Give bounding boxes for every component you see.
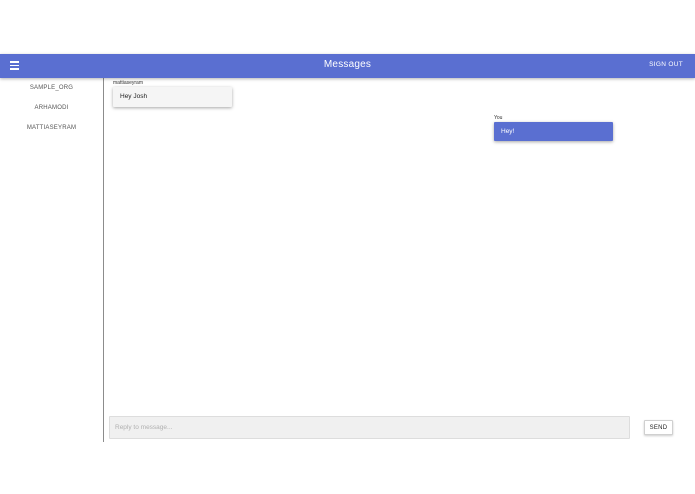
send-button[interactable]: SEND (644, 420, 673, 435)
sidebar-item-sample-org[interactable]: SAMPLE_ORG (0, 78, 103, 98)
conversation-sidebar: SAMPLE_ORG ARHAMODI MATTIASEYRAM (0, 78, 104, 442)
message-outgoing: You Hey! (494, 115, 613, 141)
reply-input[interactable] (109, 416, 630, 439)
sign-out-button[interactable]: SIGN OUT (649, 61, 683, 68)
app-bar: Messages SIGN OUT (0, 54, 695, 78)
message-thread: mattiaseyram Hey Josh You Hey! (105, 78, 695, 442)
page-title: Messages (323, 59, 372, 70)
sidebar-item-arhamodi[interactable]: ARHAMODI (0, 98, 103, 118)
message-author: mattiaseyram (113, 80, 144, 86)
message-bubble: Hey Josh (113, 87, 232, 107)
messages-app: Messages SIGN OUT SAMPLE_ORG ARHAMODI MA… (0, 0, 695, 494)
sidebar-item-mattiaseyram[interactable]: MATTIASEYRAM (0, 118, 103, 138)
message-author: You (494, 115, 503, 121)
message-incoming: mattiaseyram Hey Josh (113, 80, 232, 107)
message-bubble: Hey! (494, 122, 613, 141)
